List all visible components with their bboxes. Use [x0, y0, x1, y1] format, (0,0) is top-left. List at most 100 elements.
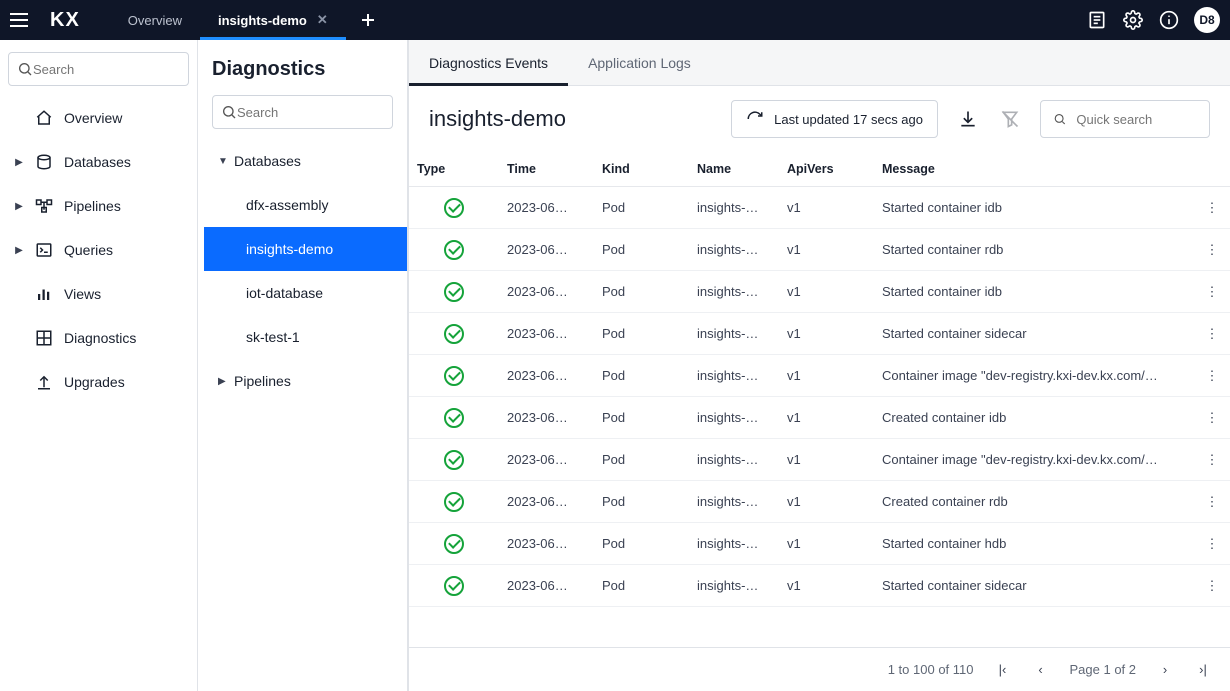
nav-tab-label: Overview: [128, 13, 182, 28]
cell: 2023-06…: [499, 397, 594, 439]
column-header[interactable]: Message: [874, 152, 1194, 187]
cell: Started container rdb: [874, 229, 1194, 271]
cell: v1: [779, 565, 874, 607]
grid-icon: [34, 329, 54, 347]
row-more-icon[interactable]: ⋮: [1194, 187, 1230, 229]
search-icon: [1053, 111, 1066, 127]
tree-label: iot-database: [246, 285, 323, 301]
terminal-icon: [34, 241, 54, 259]
column-header[interactable]: Name: [689, 152, 779, 187]
column-header[interactable]: ApiVers: [779, 152, 874, 187]
download-icon[interactable]: [956, 107, 980, 131]
success-icon: [444, 324, 464, 344]
user-avatar[interactable]: D8: [1194, 7, 1220, 33]
sidebar-item-upgrades[interactable]: Upgrades: [8, 360, 189, 404]
table-row: 2023-06…Podinsights-…v1Started container…: [409, 523, 1230, 565]
sidebar-search[interactable]: [8, 52, 189, 86]
next-page-icon[interactable]: ›: [1156, 662, 1174, 677]
row-more-icon[interactable]: ⋮: [1194, 355, 1230, 397]
chevron-down-icon: ▼: [218, 156, 234, 167]
sidebar-item-label: Views: [64, 286, 101, 302]
sidebar-item-label: Queries: [64, 242, 113, 258]
cell: Started container idb: [874, 271, 1194, 313]
table-row: 2023-06…Podinsights-…v1Started container…: [409, 229, 1230, 271]
success-icon: [444, 450, 464, 470]
row-more-icon[interactable]: ⋮: [1194, 523, 1230, 565]
cell: 2023-06…: [499, 355, 594, 397]
column-header[interactable]: Time: [499, 152, 594, 187]
tree-item[interactable]: dfx-assembly: [204, 183, 407, 227]
cell: 2023-06…: [499, 271, 594, 313]
refresh-button[interactable]: Last updated 17 secs ago: [731, 100, 938, 138]
row-more-icon[interactable]: ⋮: [1194, 229, 1230, 271]
sidebar-search-input[interactable]: [33, 62, 180, 77]
row-more-icon[interactable]: ⋮: [1194, 271, 1230, 313]
sidebar-item-queries[interactable]: ▶ Queries: [8, 228, 189, 272]
cell: 2023-06…: [499, 313, 594, 355]
column-header[interactable]: Kind: [594, 152, 689, 187]
tree-label: sk-test-1: [246, 329, 300, 345]
tree-group[interactable]: ▶Pipelines: [204, 359, 407, 403]
cell: v1: [779, 523, 874, 565]
cell: v1: [779, 397, 874, 439]
row-more-icon[interactable]: ⋮: [1194, 313, 1230, 355]
top-navbar: KX Overviewinsights-demo✕ D8: [0, 0, 1230, 40]
success-icon: [444, 492, 464, 512]
panel-search-input[interactable]: [237, 105, 384, 120]
sidebar-item-diagnostics[interactable]: Diagnostics: [8, 316, 189, 360]
row-more-icon[interactable]: ⋮: [1194, 565, 1230, 607]
cell: Container image "dev-registry.kxi-dev.kx…: [874, 355, 1194, 397]
hamburger-menu-icon[interactable]: [10, 8, 34, 32]
sidebar-item-pipelines[interactable]: ▶ Pipelines: [8, 184, 189, 228]
page-range: 1 to 100 of 110: [888, 662, 974, 677]
home-icon: [34, 109, 54, 127]
filter-off-icon: [998, 107, 1022, 131]
sidebar-item-label: Upgrades: [64, 374, 125, 390]
settings-icon[interactable]: [1122, 9, 1144, 31]
nav-tab[interactable]: insights-demo✕: [200, 0, 346, 40]
panel-search[interactable]: [212, 95, 393, 129]
chevron-right-icon: ▶: [14, 201, 24, 212]
first-page-icon[interactable]: |‹: [994, 662, 1012, 677]
cell: v1: [779, 271, 874, 313]
nav-tab[interactable]: Overview: [110, 0, 200, 40]
row-more-icon[interactable]: ⋮: [1194, 481, 1230, 523]
content-tab[interactable]: Application Logs: [568, 40, 711, 85]
table-row: 2023-06…Podinsights-…v1Container image "…: [409, 355, 1230, 397]
page-title: insights-demo: [429, 106, 566, 132]
tree-group[interactable]: ▼Databases: [204, 139, 407, 183]
sidebar-item-overview[interactable]: Overview: [8, 96, 189, 140]
prev-page-icon[interactable]: ‹: [1032, 662, 1050, 677]
nav-tabs: Overview insights-demo✕: [110, 0, 346, 40]
sidebar-item-views[interactable]: Views: [8, 272, 189, 316]
row-more-icon[interactable]: ⋮: [1194, 397, 1230, 439]
last-page-icon[interactable]: ›|: [1194, 662, 1212, 677]
cell: Pod: [594, 523, 689, 565]
tree-label: Databases: [234, 153, 301, 169]
sidebar-item-label: Pipelines: [64, 198, 121, 214]
column-header[interactable]: Type: [409, 152, 499, 187]
tree-item[interactable]: sk-test-1: [204, 315, 407, 359]
quick-search[interactable]: [1040, 100, 1210, 138]
chevron-right-icon: ▶: [14, 245, 24, 256]
tree-label: Pipelines: [234, 373, 291, 389]
content-tabs: Diagnostics EventsApplication Logs: [409, 40, 1230, 86]
cell: Container image "dev-registry.kxi-dev.kx…: [874, 439, 1194, 481]
cell: insights-…: [689, 187, 779, 229]
refresh-icon: [746, 110, 764, 128]
cell: v1: [779, 481, 874, 523]
notes-icon[interactable]: [1086, 9, 1108, 31]
sidebar-item-databases[interactable]: ▶Databases: [8, 140, 189, 184]
info-icon[interactable]: [1158, 9, 1180, 31]
quick-search-input[interactable]: [1076, 112, 1197, 127]
close-tab-icon[interactable]: ✕: [317, 12, 328, 28]
cell: insights-…: [689, 271, 779, 313]
cell: Pod: [594, 271, 689, 313]
diagnostics-panel: Diagnostics ▼Databasesdfx-assemblyinsigh…: [198, 40, 408, 691]
page-indicator: Page 1 of 2: [1070, 662, 1137, 677]
new-tab-button[interactable]: [356, 8, 380, 32]
row-more-icon[interactable]: ⋮: [1194, 439, 1230, 481]
tree-item[interactable]: insights-demo: [204, 227, 407, 271]
content-tab[interactable]: Diagnostics Events: [409, 40, 568, 85]
tree-item[interactable]: iot-database: [204, 271, 407, 315]
